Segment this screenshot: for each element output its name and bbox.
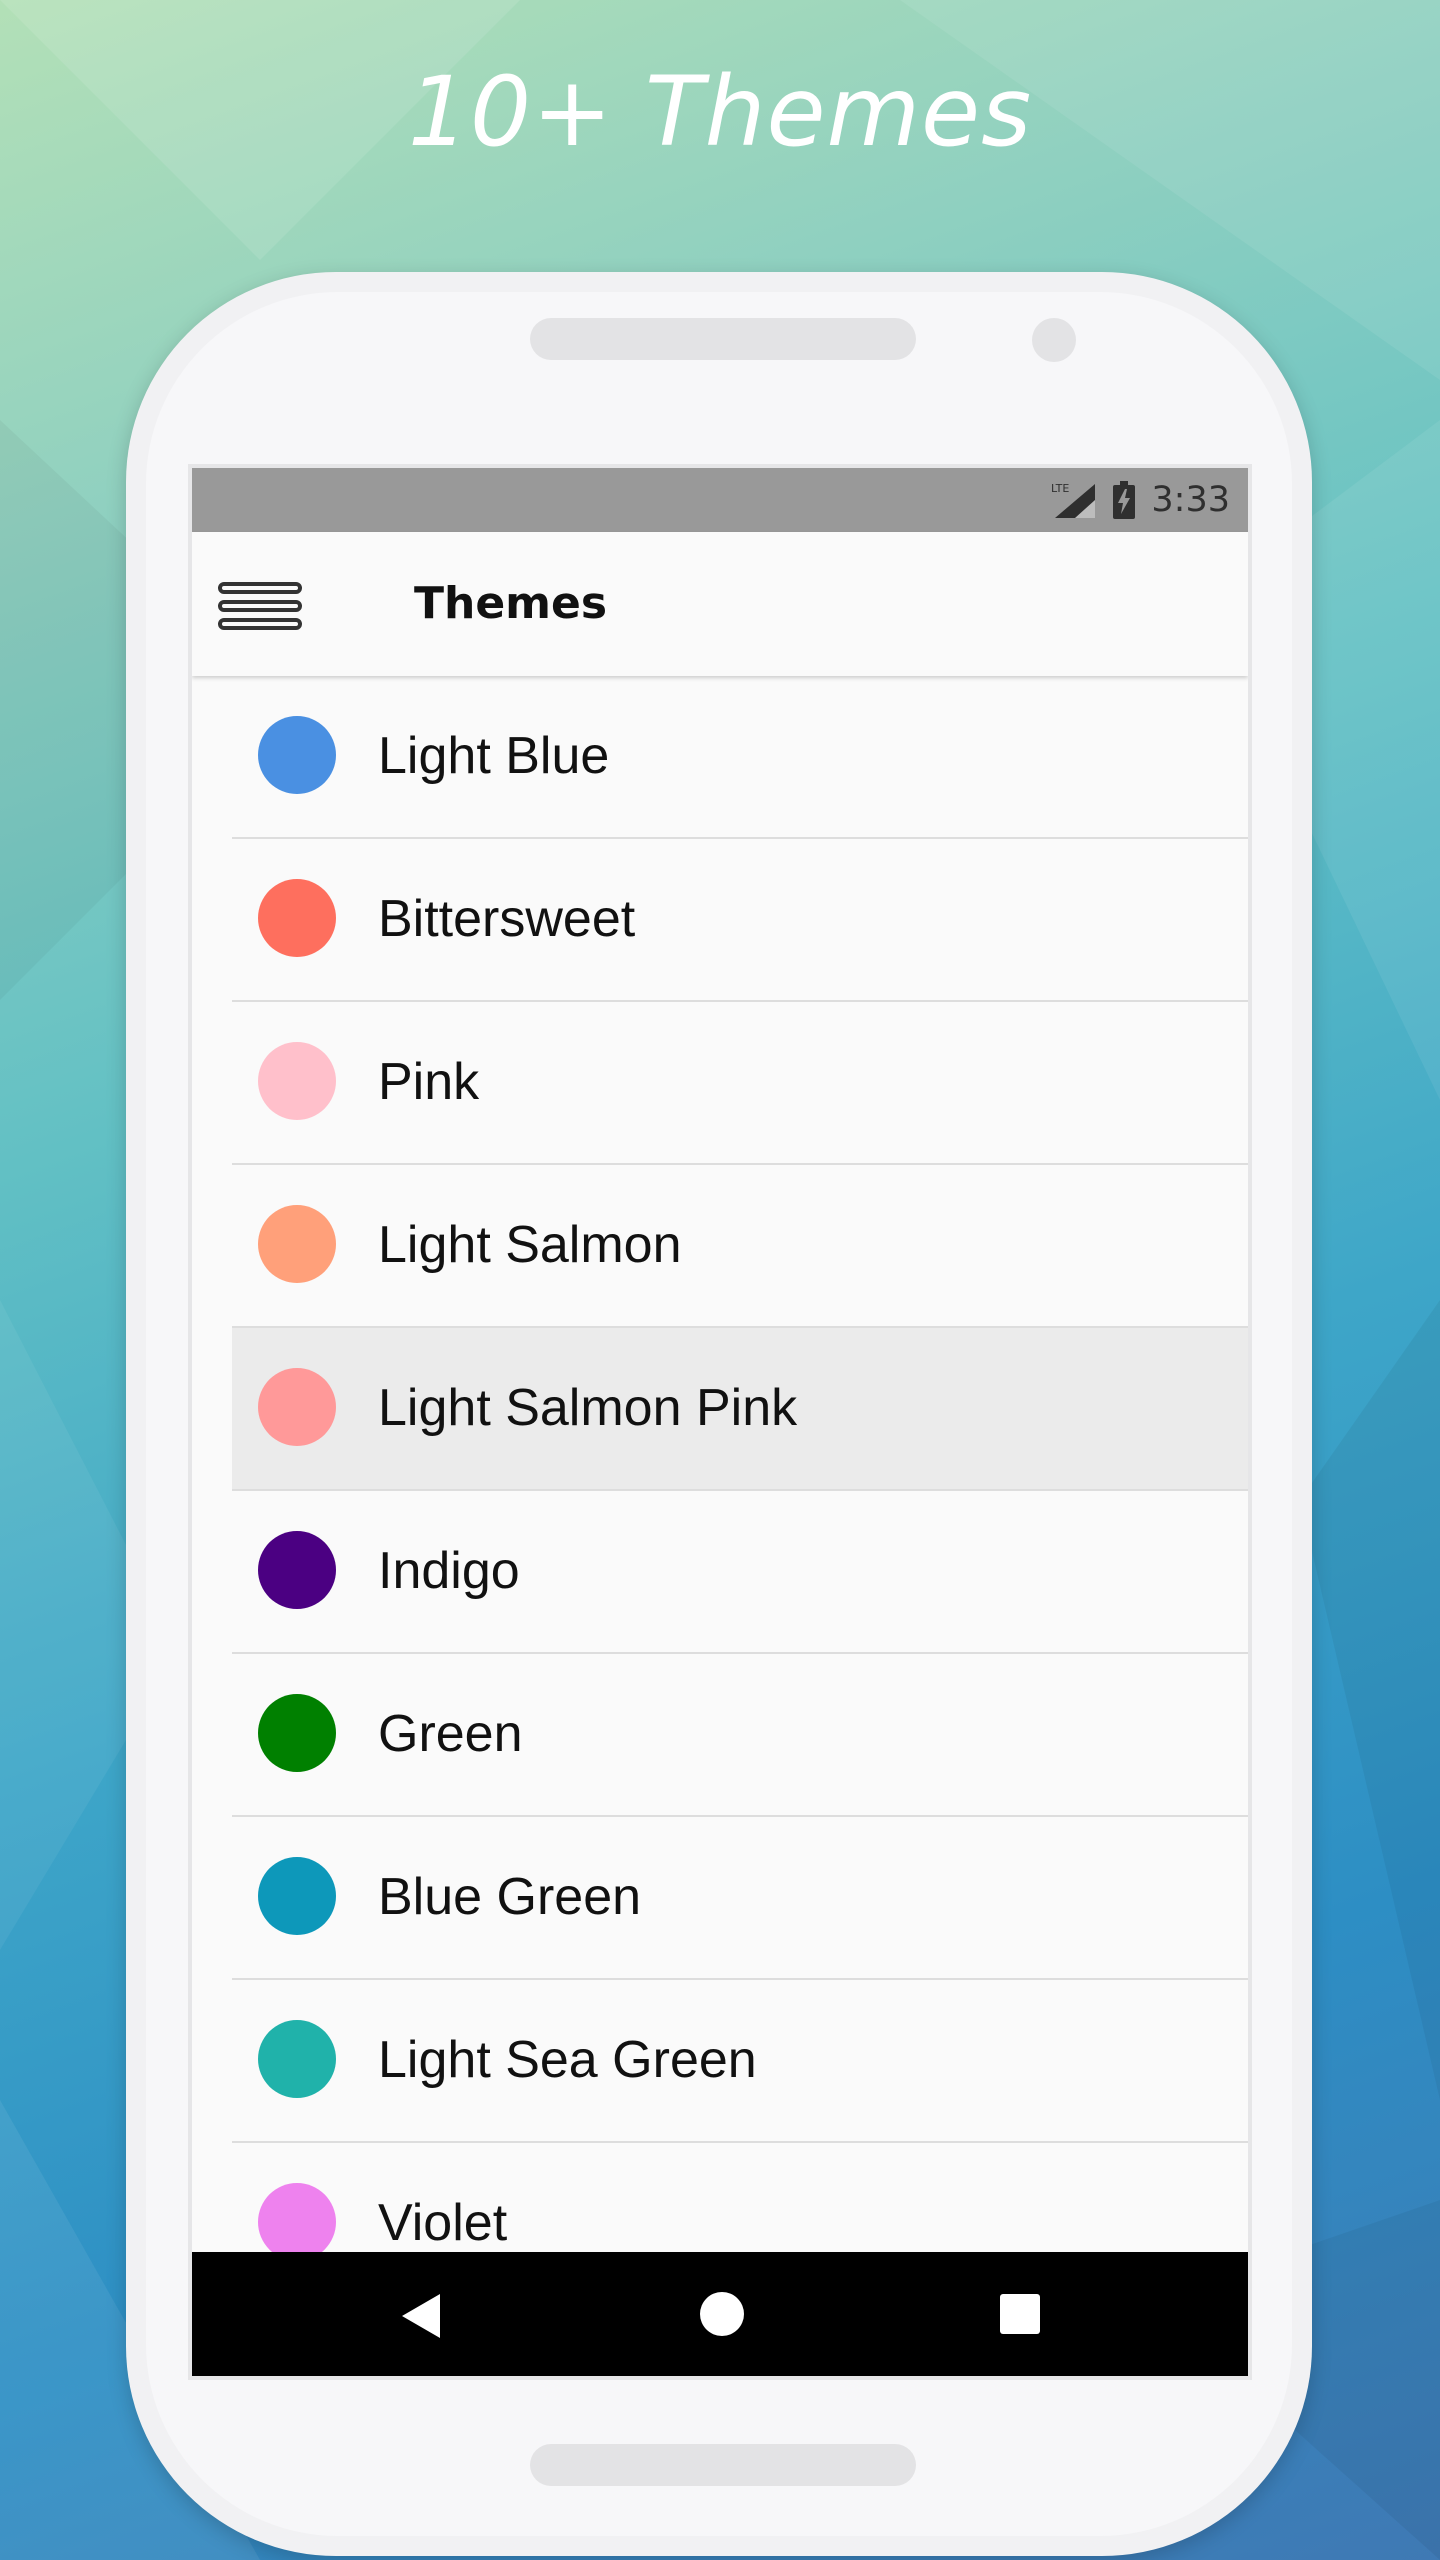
theme-label: Pink [378,1053,480,1111]
theme-item-bittersweet[interactable]: Bittersweet [232,839,1248,1002]
theme-item-blue-green[interactable]: Blue Green [232,1817,1248,1980]
theme-item-light-salmon-pink[interactable]: Light Salmon Pink [232,1328,1248,1491]
theme-label: Bittersweet [378,890,636,948]
color-swatch [258,716,336,794]
theme-item-green[interactable]: Green [232,1654,1248,1817]
page-title: Themes [414,578,608,629]
system-nav-bar [192,2252,1248,2376]
color-swatch [258,879,336,957]
theme-label: Light Sea Green [378,2031,757,2089]
app-bar: Themes [192,532,1248,676]
theme-item-light-blue[interactable]: Light Blue [232,676,1248,839]
color-swatch [258,1857,336,1935]
theme-label: Light Salmon Pink [378,1379,798,1437]
theme-item-pink[interactable]: Pink [232,1002,1248,1165]
color-swatch [258,1042,336,1120]
svg-text:LTE: LTE [1051,482,1069,495]
back-triangle-icon[interactable] [402,2294,440,2338]
color-swatch [258,1368,336,1446]
color-swatch [258,1205,336,1283]
theme-item-light-salmon[interactable]: Light Salmon [232,1165,1248,1328]
phone-camera [1032,318,1076,362]
theme-item-indigo[interactable]: Indigo [232,1491,1248,1654]
phone-speaker [530,318,916,360]
theme-label: Light Salmon [378,1216,682,1274]
home-circle-icon[interactable] [700,2292,744,2336]
theme-label: Light Blue [378,727,610,785]
color-swatch [258,2020,336,2098]
recent-apps-square-icon[interactable] [1000,2294,1040,2334]
phone-screen: LTE 3:33 Themes Light Blue Bittersweet P… [188,464,1252,2380]
theme-item-light-sea-green[interactable]: Light Sea Green [232,1980,1248,2143]
phone-bottom-grille [530,2444,916,2486]
theme-label: Indigo [378,1542,520,1600]
color-swatch [258,2183,336,2261]
status-bar: LTE 3:33 [192,468,1248,532]
color-swatch [258,1694,336,1772]
status-icons: LTE 3:33 [1051,468,1230,532]
signal-lte-icon: LTE [1051,482,1096,518]
theme-label: Green [378,1705,523,1763]
status-time: 3:33 [1151,480,1230,520]
headline: 10+ Themes [407,56,1033,168]
color-swatch [258,1531,336,1609]
theme-label: Blue Green [378,1868,642,1926]
battery-charging-icon [1113,481,1136,519]
theme-list: Light Blue Bittersweet Pink Light Salmon… [192,676,1248,2306]
menu-button[interactable] [212,568,312,640]
